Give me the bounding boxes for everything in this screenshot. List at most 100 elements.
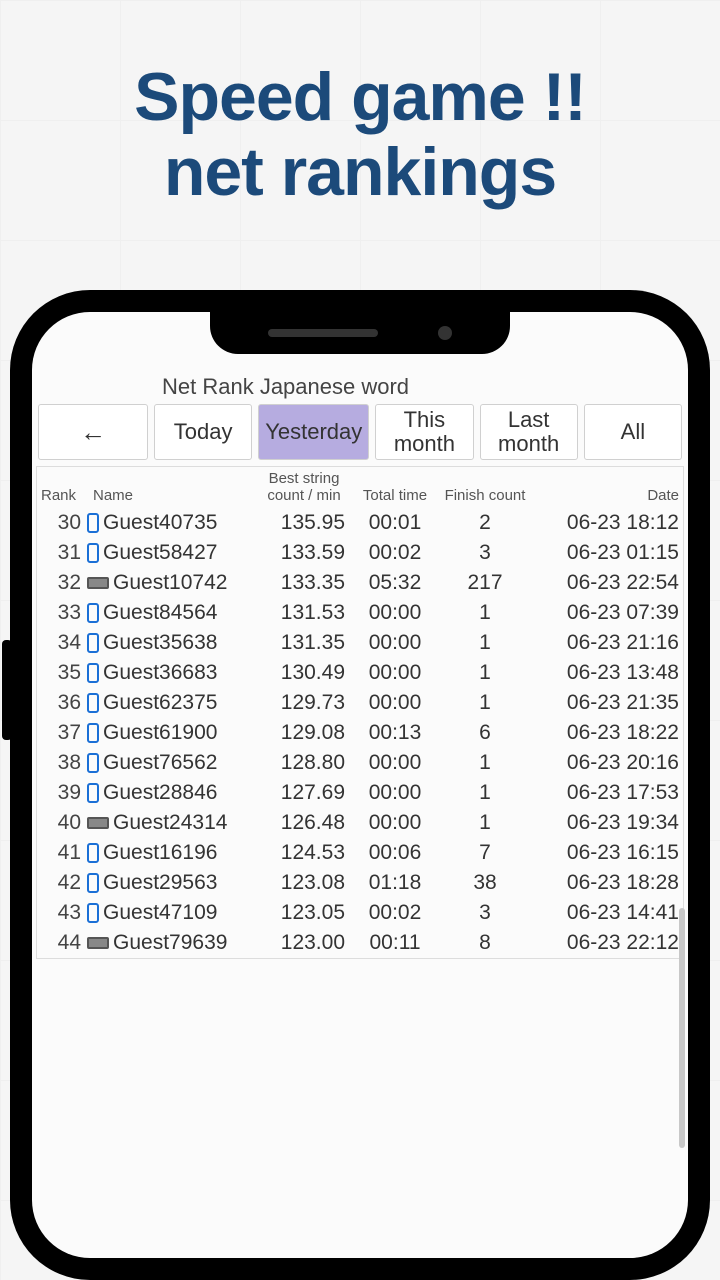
cell-name: Guest24314 [87,811,255,835]
cell-time: 00:13 [353,721,437,745]
app-content: Net Rank Japanese word ← TodayYesterdayT… [32,312,688,959]
cell-best: 129.73 [255,691,353,715]
cell-finish: 38 [437,871,533,895]
tab-label: Last month [487,408,571,456]
table-row[interactable]: 44Guest79639123.0000:11806-23 22:12 [37,928,683,958]
cell-finish: 3 [437,901,533,925]
cell-date: 06-23 01:15 [533,541,683,565]
table-row[interactable]: 40Guest24314126.4800:00106-23 19:34 [37,808,683,838]
cell-rank: 39 [39,781,87,805]
cell-time: 00:00 [353,781,437,805]
table-header: Rank Name Best string count / min Total … [37,467,683,508]
col-date: Date [533,488,683,505]
cell-date: 06-23 13:48 [533,661,683,685]
promo-headline: Speed game !! net rankings [0,0,720,210]
table-row[interactable]: 31Guest58427133.5900:02306-23 01:15 [37,538,683,568]
cell-rank: 40 [39,811,87,835]
col-best: Best string count / min [255,471,353,504]
cell-name: Guest40735 [87,511,255,535]
headline-line1: Speed game !! [0,60,720,135]
cell-name: Guest28846 [87,781,255,805]
notch-camera [438,326,452,340]
col-name: Name [87,488,255,505]
player-name: Guest61900 [103,721,217,745]
cell-time: 00:11 [353,931,437,955]
cell-rank: 38 [39,751,87,775]
cell-best: 131.35 [255,631,353,655]
cell-best: 126.48 [255,811,353,835]
tab-today[interactable]: Today [154,404,252,460]
cell-finish: 1 [437,661,533,685]
cell-best: 123.05 [255,901,353,925]
player-name: Guest28846 [103,781,217,805]
cell-finish: 217 [437,571,533,595]
player-name: Guest10742 [113,571,227,595]
player-name: Guest84564 [103,601,217,625]
cell-name: Guest62375 [87,691,255,715]
table-row[interactable]: 36Guest62375129.7300:00106-23 21:35 [37,688,683,718]
table-row[interactable]: 38Guest76562128.8000:00106-23 20:16 [37,748,683,778]
cell-best: 129.08 [255,721,353,745]
cell-finish: 1 [437,811,533,835]
tab-all[interactable]: All [584,404,682,460]
cell-rank: 41 [39,841,87,865]
cell-best: 130.49 [255,661,353,685]
table-row[interactable]: 39Guest28846127.6900:00106-23 17:53 [37,778,683,808]
device-phone-icon [87,513,99,533]
cell-finish: 7 [437,841,533,865]
table-row[interactable]: 32Guest10742133.3505:3221706-23 22:54 [37,568,683,598]
player-name: Guest62375 [103,691,217,715]
table-row[interactable]: 34Guest35638131.3500:00106-23 21:16 [37,628,683,658]
cell-rank: 44 [39,931,87,955]
tab-label: Today [174,420,233,444]
cell-finish: 1 [437,751,533,775]
cell-date: 06-23 14:41 [533,901,683,925]
cell-best: 124.53 [255,841,353,865]
tab-last-month[interactable]: Last month [480,404,578,460]
cell-time: 00:00 [353,661,437,685]
back-button[interactable]: ← [38,404,148,460]
device-desktop-icon [87,577,109,589]
scrollbar[interactable] [679,908,685,1148]
cell-name: Guest61900 [87,721,255,745]
cell-time: 00:02 [353,541,437,565]
ranking-table: Rank Name Best string count / min Total … [36,466,684,959]
cell-best: 123.00 [255,931,353,955]
cell-time: 00:02 [353,901,437,925]
cell-name: Guest76562 [87,751,255,775]
cell-best: 133.35 [255,571,353,595]
col-rank: Rank [39,488,87,505]
cell-finish: 1 [437,631,533,655]
cell-date: 06-23 18:22 [533,721,683,745]
phone-notch [210,312,510,354]
cell-time: 00:00 [353,811,437,835]
cell-name: Guest29563 [87,871,255,895]
phone-screen: Net Rank Japanese word ← TodayYesterdayT… [32,312,688,1258]
table-row[interactable]: 37Guest61900129.0800:13606-23 18:22 [37,718,683,748]
cell-date: 06-23 18:12 [533,511,683,535]
headline-line2: net rankings [0,135,720,210]
table-row[interactable]: 41Guest16196124.5300:06706-23 16:15 [37,838,683,868]
player-name: Guest76562 [103,751,217,775]
cell-finish: 8 [437,931,533,955]
back-arrow-icon: ← [80,417,106,448]
device-phone-icon [87,723,99,743]
player-name: Guest79639 [113,931,227,955]
table-row[interactable]: 30Guest40735135.9500:01206-23 18:12 [37,508,683,538]
cell-date: 06-23 07:39 [533,601,683,625]
tab-yesterday[interactable]: Yesterday [258,404,369,460]
tab-this-month[interactable]: This month [375,404,473,460]
tab-label: Yesterday [265,420,362,444]
table-row[interactable]: 42Guest29563123.0801:183806-23 18:28 [37,868,683,898]
table-row[interactable]: 33Guest84564131.5300:00106-23 07:39 [37,598,683,628]
device-desktop-icon [87,937,109,949]
cell-time: 00:00 [353,631,437,655]
cell-rank: 42 [39,871,87,895]
cell-rank: 31 [39,541,87,565]
cell-date: 06-23 20:16 [533,751,683,775]
table-row[interactable]: 35Guest36683130.4900:00106-23 13:48 [37,658,683,688]
cell-date: 06-23 18:28 [533,871,683,895]
tab-label: All [621,420,645,444]
table-row[interactable]: 43Guest47109123.0500:02306-23 14:41 [37,898,683,928]
cell-rank: 32 [39,571,87,595]
